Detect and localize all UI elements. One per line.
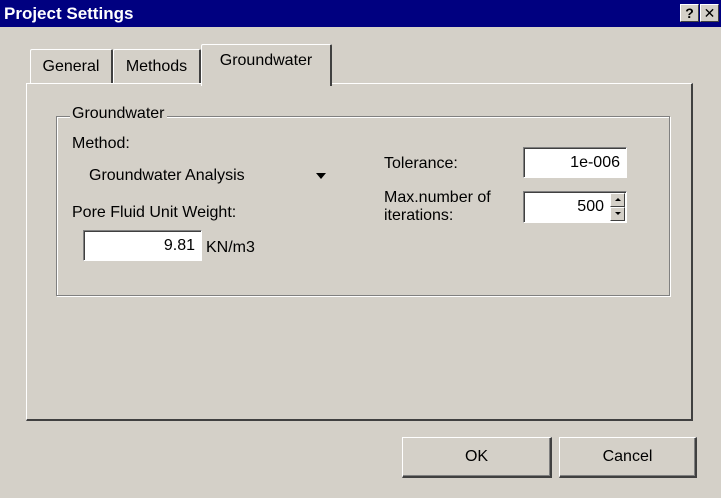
pore-fluid-unit: KN/m3 [206,239,255,256]
title-bar: Project Settings ? ✕ [0,0,721,27]
max-iterations-spinner[interactable] [610,193,625,221]
pore-fluid-label: Pore Fluid Unit Weight: [72,204,237,221]
tab-groundwater[interactable]: Groundwater [201,44,332,86]
window-title: Project Settings [4,4,134,23]
tolerance-label: Tolerance: [384,155,458,172]
tolerance-input[interactable]: 1e-006 [523,147,627,178]
ok-button[interactable]: OK [402,437,552,478]
cancel-button[interactable]: Cancel [559,437,697,478]
close-button[interactable]: ✕ [700,4,719,22]
spin-down-icon[interactable] [610,207,625,221]
max-iterations-value: 500 [577,198,604,215]
help-button[interactable]: ? [680,4,699,22]
dropdown-arrow-icon[interactable] [316,173,326,179]
method-dropdown-value: Groundwater Analysis [89,167,245,184]
pore-fluid-input[interactable]: 9.81 [83,230,202,261]
method-dropdown[interactable]: Groundwater Analysis [82,158,332,194]
max-iterations-label-line1: Max.number of [384,189,491,206]
pore-fluid-value: 9.81 [163,237,195,254]
spin-up-icon[interactable] [610,193,625,207]
tab-methods[interactable]: Methods [113,49,201,84]
tolerance-value: 1e-006 [570,154,620,171]
groupbox-title: Groundwater [70,105,167,123]
max-iterations-label-line2: iterations: [384,207,454,224]
tab-general[interactable]: General [30,49,113,84]
max-iterations-input[interactable]: 500 [523,191,627,223]
method-label: Method: [72,135,130,152]
